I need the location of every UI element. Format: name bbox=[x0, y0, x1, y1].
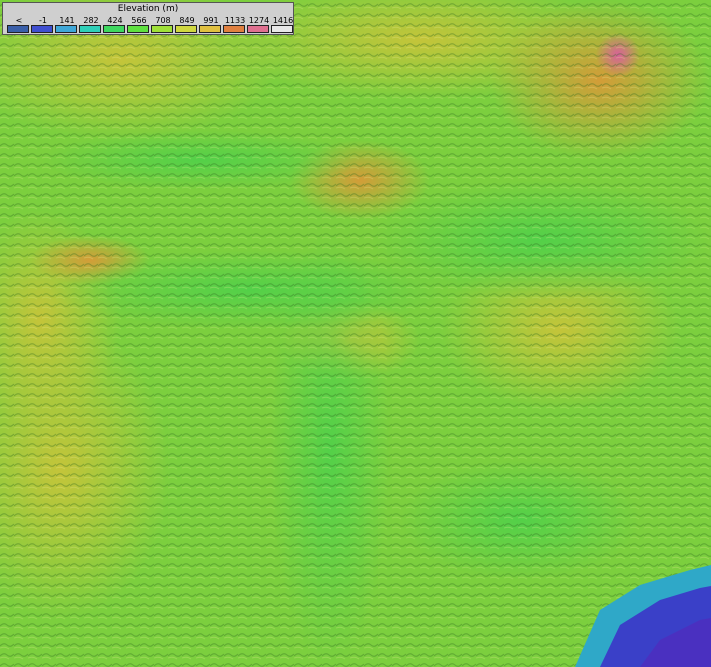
legend-label: -1 bbox=[39, 16, 47, 25]
elevation-map: Elevation (m) < -1 141 282 424 566 708 8… bbox=[0, 0, 711, 667]
elevation-legend: Elevation (m) < -1 141 282 424 566 708 8… bbox=[2, 2, 294, 35]
legend-labels: < -1 141 282 424 566 708 849 991 1133 12… bbox=[6, 16, 294, 25]
legend-label: 282 bbox=[83, 16, 99, 25]
legend-swatch bbox=[31, 25, 53, 33]
legend-label: 1416 bbox=[272, 16, 294, 25]
legend-label: 141 bbox=[59, 16, 75, 25]
legend-swatch bbox=[271, 25, 293, 33]
legend-label: 424 bbox=[107, 16, 123, 25]
legend-label: 1133 bbox=[224, 16, 246, 25]
legend-label: 566 bbox=[131, 16, 147, 25]
legend-swatch bbox=[223, 25, 245, 33]
terrain-shaded-relief bbox=[0, 0, 711, 667]
legend-swatch bbox=[127, 25, 149, 33]
legend-swatch bbox=[55, 25, 77, 33]
legend-swatch bbox=[175, 25, 197, 33]
legend-swatch bbox=[103, 25, 125, 33]
legend-label: 991 bbox=[203, 16, 219, 25]
legend-label: 849 bbox=[179, 16, 195, 25]
legend-swatch bbox=[247, 25, 269, 33]
legend-title: Elevation (m) bbox=[117, 4, 179, 14]
legend-label: 708 bbox=[155, 16, 171, 25]
legend-swatch bbox=[79, 25, 101, 33]
legend-label: 1274 bbox=[248, 16, 270, 25]
legend-swatch bbox=[199, 25, 221, 33]
legend-swatch bbox=[7, 25, 29, 33]
legend-label: < bbox=[15, 16, 23, 25]
legend-swatches bbox=[6, 25, 294, 34]
legend-swatch bbox=[151, 25, 173, 33]
